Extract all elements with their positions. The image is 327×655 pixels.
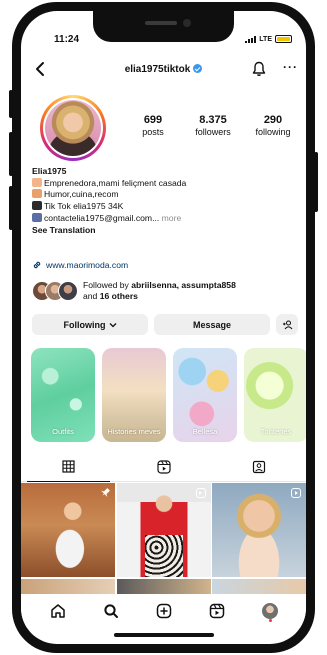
tab-reels[interactable] — [116, 452, 211, 481]
website-text: www.maorimoda.com — [46, 260, 129, 270]
volume-up-button — [9, 132, 13, 176]
post-thumbnail[interactable] — [116, 483, 211, 577]
highlight-outfits[interactable]: Outfits — [31, 348, 95, 442]
create-icon[interactable] — [156, 603, 172, 619]
followed-by[interactable]: Followed by abriilsenna, assumpta858 and… — [32, 280, 302, 302]
profile-actions: Following Message — [32, 314, 302, 335]
stat-value: 8.375 — [199, 114, 227, 126]
profile-name: Elia1975 — [32, 166, 67, 176]
search-icon[interactable] — [103, 603, 119, 619]
following-button[interactable]: Following — [32, 314, 148, 335]
volume-down-button — [9, 186, 13, 230]
notch — [93, 11, 234, 42]
posts-grid — [21, 483, 306, 595]
profile-tab[interactable] — [261, 599, 278, 623]
suggested-users-button[interactable] — [276, 314, 298, 335]
bell-icon[interactable] — [252, 61, 266, 77]
post-thumbnail[interactable] — [212, 578, 306, 595]
reels-icon — [156, 459, 171, 474]
stat-label: following — [255, 127, 291, 137]
phone-screen: 11:24 LTE elia1975tiktok ··· 699 posts 8… — [21, 11, 306, 644]
tagged-icon — [252, 460, 265, 473]
highlight-bellesa[interactable]: Bellesa — [173, 348, 237, 442]
power-button — [314, 152, 318, 212]
home-icon[interactable] — [50, 603, 66, 619]
message-label: Message — [192, 319, 232, 330]
signal-icon — [245, 35, 257, 43]
highlight-tonteries[interactable]: Tonteries — [244, 348, 306, 442]
reel-icon — [291, 488, 301, 498]
tab-posts-grid[interactable] — [21, 452, 116, 482]
network-label: LTE — [259, 35, 272, 43]
bio-line: Emprenedora,mami feliçment casada — [32, 177, 297, 190]
website-link[interactable]: www.maorimoda.com — [32, 260, 128, 270]
notification-dot — [268, 619, 272, 622]
stat-posts[interactable]: 699 posts — [123, 114, 183, 137]
leopard-skirt — [144, 535, 183, 577]
following-label: Following — [63, 319, 106, 330]
story-highlights: Outfits Histories meves Bellesa Tonterie… — [31, 348, 306, 442]
profile-stats: 699 posts 8.375 followers 290 following — [123, 114, 303, 137]
post-thumbnail[interactable] — [21, 483, 115, 577]
bio-more-link[interactable]: more — [162, 213, 182, 223]
profile-tabs — [21, 452, 306, 482]
grid-icon — [62, 460, 75, 473]
highlight-label: Outfits — [52, 426, 74, 436]
reel-icon — [195, 488, 206, 498]
mail-emoji-icon — [32, 212, 42, 222]
bio-line: Humor,cuina,recom — [32, 189, 297, 201]
followed-by-text: Followed by abriilsenna, assumpta858 and… — [83, 280, 236, 301]
stat-value: 699 — [143, 114, 163, 126]
username-text: elia1975tiktok — [124, 64, 191, 75]
stat-label: posts — [142, 127, 164, 137]
woman-emoji-icon — [32, 177, 42, 187]
profile-bio: Elia1975 Emprenedora,mami feliçment casa… — [32, 166, 297, 236]
home-indicator — [114, 633, 214, 637]
post-thumbnail[interactable] — [21, 578, 115, 595]
stat-following[interactable]: 290 following — [243, 114, 303, 137]
status-time: 11:24 — [54, 34, 80, 45]
highlight-histories-meves[interactable]: Histories meves — [102, 348, 166, 442]
highlight-label: Bellesa — [192, 426, 218, 436]
stat-label: followers — [195, 127, 231, 137]
post-thumbnail[interactable] — [212, 483, 306, 577]
stat-value: 290 — [263, 114, 283, 126]
profile-header: elia1975tiktok ··· — [21, 59, 306, 83]
follower-avatars — [32, 281, 78, 301]
tiktok-emoji-icon — [32, 201, 42, 211]
bio-line: Tik Tok elia1975 34K — [32, 201, 297, 213]
stat-followers[interactable]: 8.375 followers — [183, 114, 243, 137]
chevron-down-icon — [109, 322, 116, 327]
status-indicators: LTE — [245, 35, 292, 43]
battery-icon — [275, 35, 292, 43]
profile-avatar[interactable] — [40, 95, 106, 161]
highlight-label: Tonteries — [260, 426, 292, 436]
add-person-icon — [282, 320, 292, 329]
tab-tagged[interactable] — [211, 452, 306, 481]
highlight-label: Histories meves — [107, 426, 161, 436]
see-translation-link[interactable]: See Translation — [32, 225, 297, 237]
profile-icon — [261, 603, 278, 619]
pinned-icon — [99, 486, 112, 499]
post-thumbnail[interactable] — [116, 578, 211, 595]
avatar-photo — [45, 100, 101, 156]
mute-switch — [9, 90, 13, 118]
bio-line: contactelia1975@gmail.com... more — [32, 212, 297, 225]
link-icon — [33, 261, 41, 269]
laugh-emoji-icon — [32, 189, 42, 199]
message-button[interactable]: Message — [154, 314, 270, 335]
verified-badge-icon — [193, 64, 203, 73]
more-options-icon[interactable]: ··· — [283, 60, 298, 74]
bottom-navigation — [21, 594, 306, 628]
reels-icon[interactable] — [209, 603, 225, 619]
